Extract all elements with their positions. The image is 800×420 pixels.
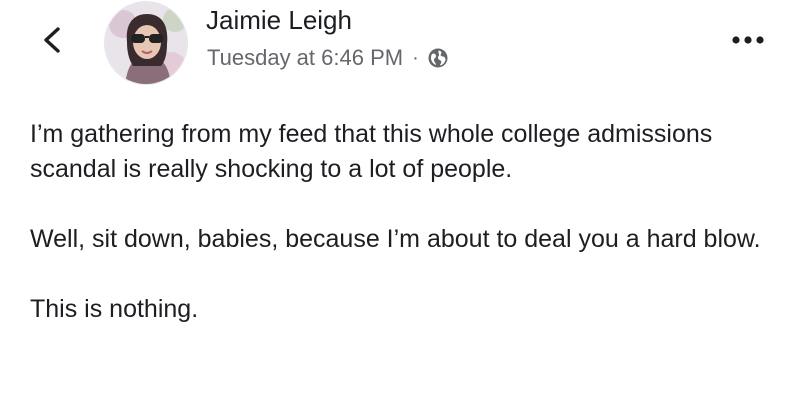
chevron-left-icon bbox=[34, 20, 74, 60]
globe-icon bbox=[427, 47, 449, 69]
post-body: I’m gathering from my feed that this who… bbox=[30, 117, 780, 362]
ellipsis-icon bbox=[728, 30, 768, 50]
avatar[interactable] bbox=[104, 1, 188, 85]
author-name[interactable]: Jaimie Leigh bbox=[206, 5, 352, 36]
post-paragraph: I’m gathering from my feed that this who… bbox=[30, 120, 713, 183]
meta-separator: · bbox=[412, 46, 419, 69]
back-button[interactable] bbox=[34, 20, 74, 60]
post-paragraph: Well, sit down, babies, because I’m abou… bbox=[30, 225, 761, 253]
post-timestamp[interactable]: Tuesday at 6:46 PM bbox=[207, 45, 403, 71]
post-paragraph: This is nothing. bbox=[30, 295, 199, 323]
post-meta: Tuesday at 6:46 PM · bbox=[207, 45, 449, 71]
more-options-button[interactable] bbox=[728, 30, 768, 50]
